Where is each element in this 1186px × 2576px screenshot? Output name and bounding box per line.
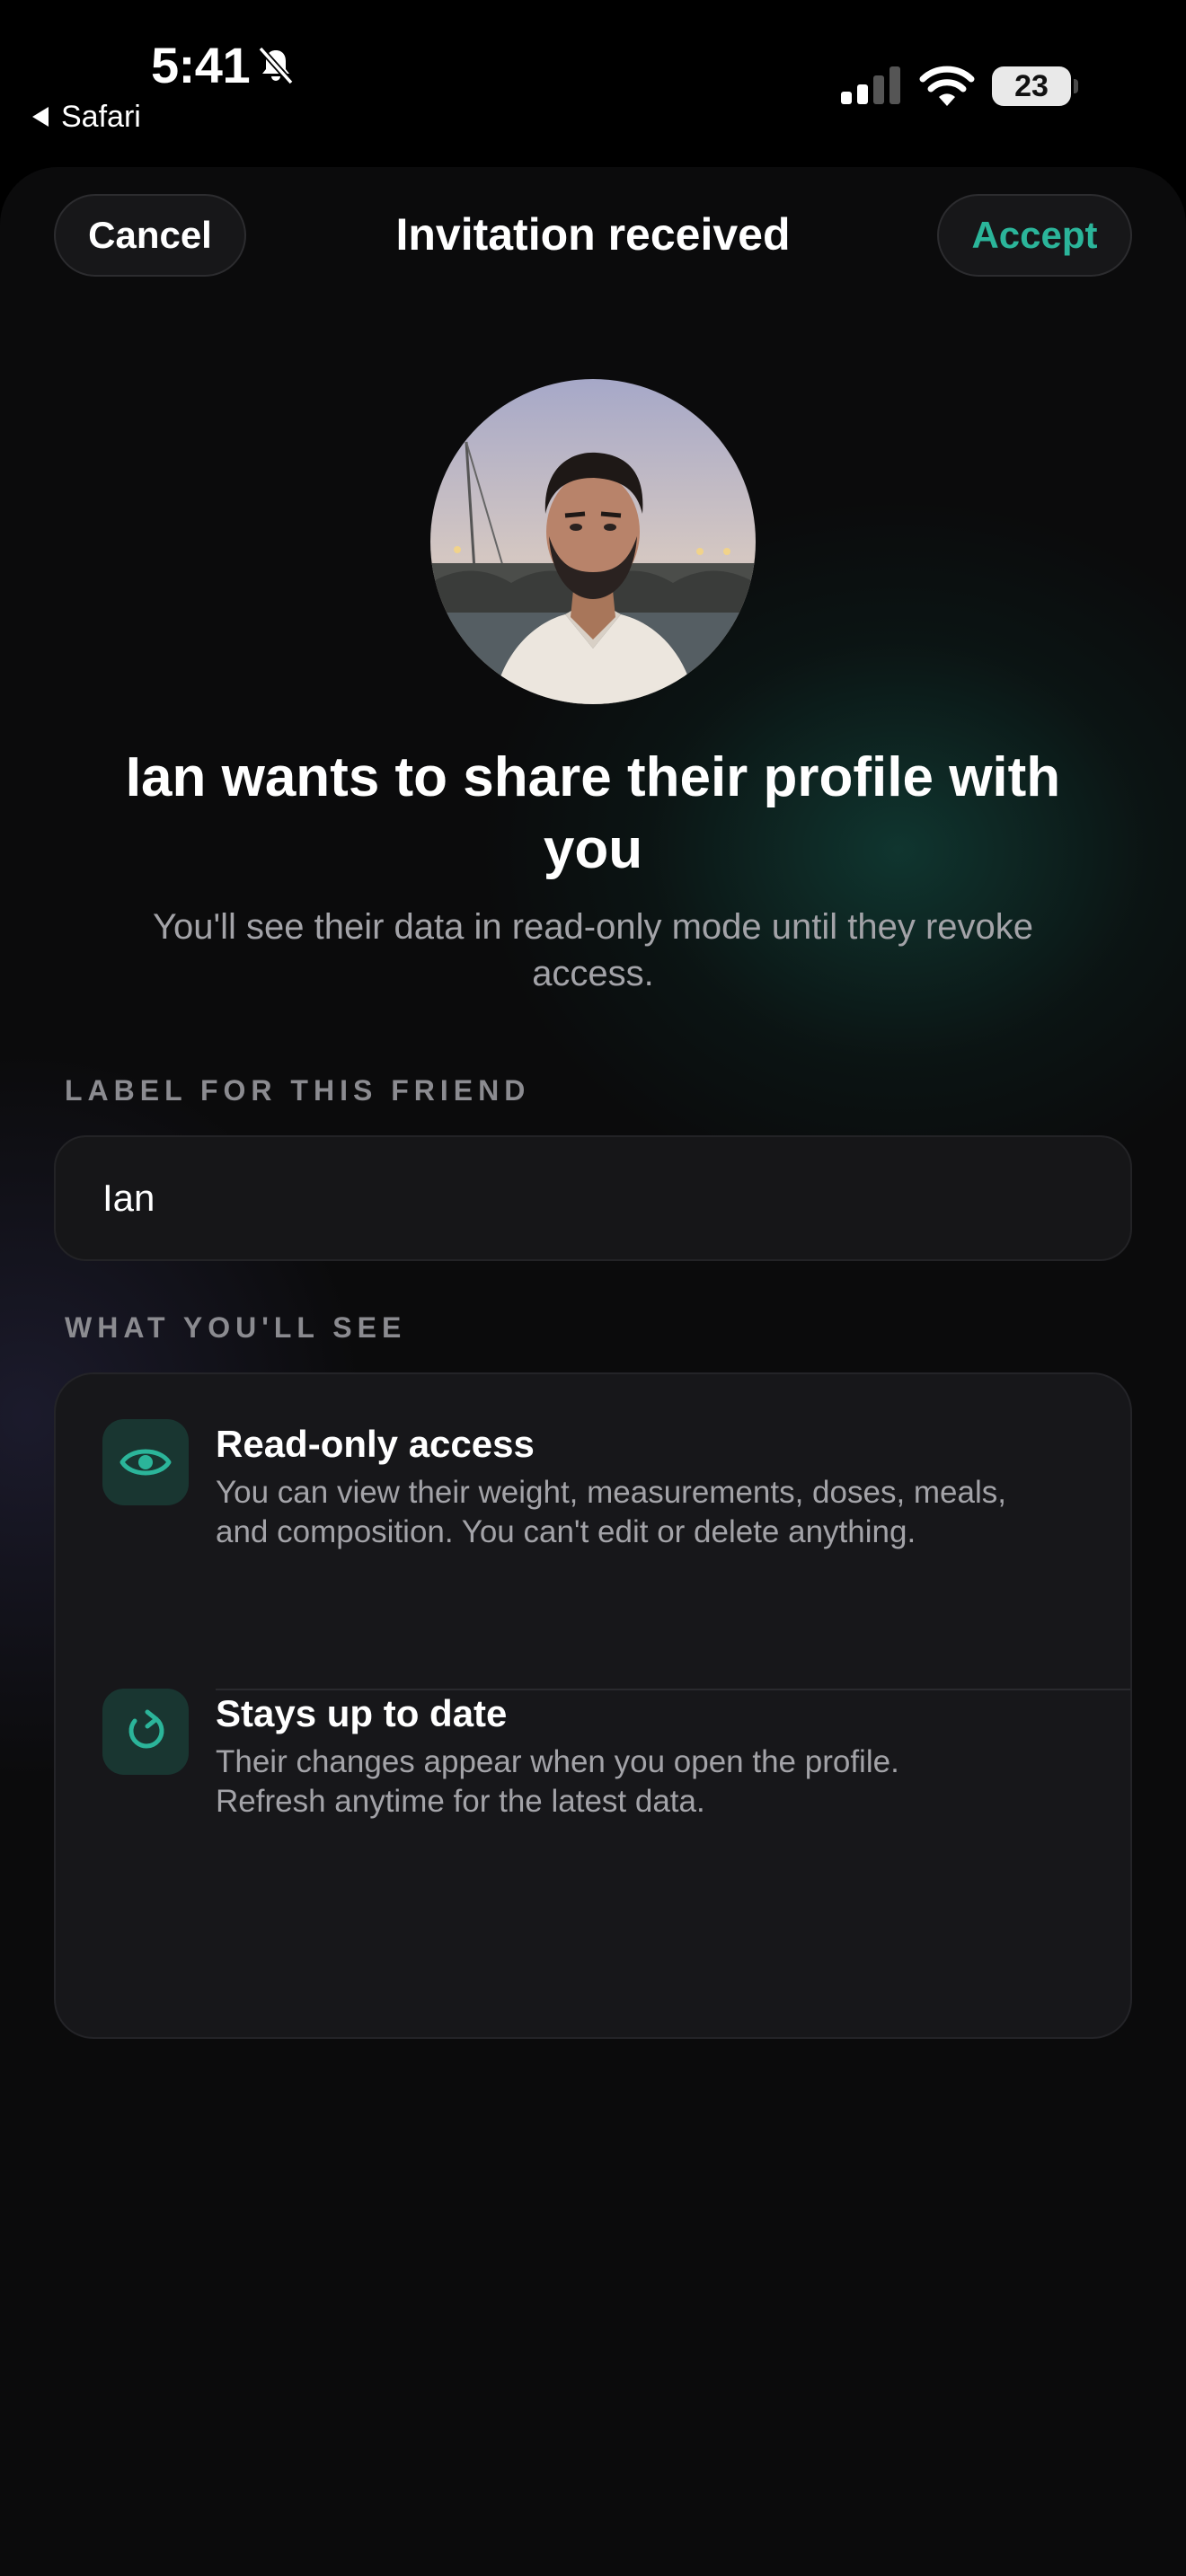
wifi-icon <box>919 66 975 106</box>
friend-label-section-title: LABEL FOR THIS FRIEND <box>65 1074 531 1107</box>
status-time: 5:41 <box>151 37 251 93</box>
avatar <box>430 379 756 704</box>
accept-button[interactable]: Accept <box>937 194 1132 277</box>
what-you-see-card: Read-only access You can view their weig… <box>54 1372 1132 2039</box>
read-only-description: You can view their weight, measurements,… <box>216 1475 1006 1549</box>
page-title: Invitation received <box>395 209 791 260</box>
read-only-title: Read-only access <box>216 1423 535 1465</box>
back-label: Safari <box>61 99 141 134</box>
cellular-signal-icon <box>841 66 900 104</box>
invitation-sheet: Cancel Invitation received Accept Ian wa… <box>0 167 1186 2576</box>
friend-label-input[interactable]: Ian <box>54 1135 1132 1261</box>
eye-icon <box>102 1419 189 1505</box>
back-arrow-icon <box>32 107 49 127</box>
battery-icon: 23 <box>992 66 1078 106</box>
up-to-date-title: Stays up to date <box>216 1692 508 1734</box>
battery-level: 23 <box>1014 68 1049 103</box>
cancel-button[interactable]: Cancel <box>54 194 246 277</box>
invite-headline: Ian wants to share their profile with yo… <box>125 746 1061 880</box>
divider <box>216 1689 1130 1690</box>
what-you-see-section-title: WHAT YOU'LL SEE <box>65 1311 407 1344</box>
bell-slash-icon <box>258 46 294 85</box>
screen: 5:41 Safari 23 Cancel Invitation receive… <box>0 0 1186 2576</box>
refresh-icon <box>102 1689 189 1775</box>
up-to-date-description: Their changes appear when you open the p… <box>216 1744 899 1819</box>
invite-subtitle: You'll see their data in read-only mode … <box>152 907 1034 993</box>
back-to-safari-button[interactable]: Safari <box>32 99 141 135</box>
